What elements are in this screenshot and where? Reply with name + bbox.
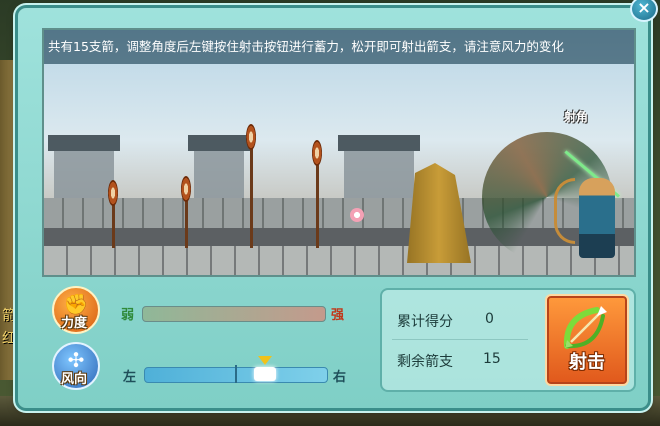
power-label: 力度 — [60, 316, 87, 331]
shoot-label: 射击 — [569, 352, 605, 373]
arrows-left-value: 15 — [483, 351, 501, 367]
wind-marker — [254, 367, 276, 381]
wind-label: 风向 — [60, 372, 87, 387]
target-pole — [316, 154, 319, 248]
backdrop-text: 红 — [2, 331, 16, 347]
archer-character — [579, 178, 615, 258]
castle-roof — [188, 135, 250, 151]
target — [181, 176, 191, 202]
archery-scene: 射角 共有15支箭，调整角度后左键按住射击按钮进行蓄力，松开即可射出箭支，请注意… — [42, 28, 636, 277]
total-score-value: 0 — [485, 311, 494, 327]
wind-left-label: 左 — [123, 370, 137, 385]
flying-ball — [350, 208, 364, 222]
castle-roof — [48, 135, 120, 151]
instructions-text: 共有15支箭，调整角度后左键按住射击按钮进行蓄力，松开即可射出箭支，请注意风力的… — [44, 30, 634, 64]
arrows-left-label: 剩余箭支 — [397, 354, 453, 370]
target — [108, 180, 118, 206]
power-bar — [142, 306, 326, 322]
score-divider — [392, 339, 528, 340]
wind-pointer-icon — [258, 356, 272, 365]
target-pole — [250, 138, 253, 248]
angle-label: 射角 — [564, 110, 589, 124]
archer-bow — [554, 178, 575, 244]
backdrop-text: 箭 — [2, 308, 16, 324]
total-score-label: 累计得分 — [397, 314, 453, 330]
target — [246, 124, 256, 150]
wind-center-mark — [235, 365, 237, 383]
target — [312, 140, 322, 166]
wind-right-label: 右 — [333, 370, 347, 385]
shoot-button[interactable]: 射击 — [545, 294, 629, 386]
castle-roof — [338, 135, 420, 151]
power-weak-label: 弱 — [121, 308, 135, 323]
power-strong-label: 强 — [331, 308, 345, 323]
